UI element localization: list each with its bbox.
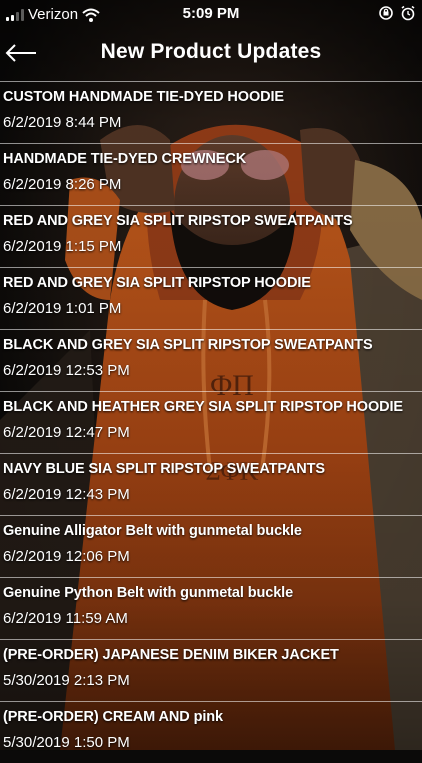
status-bar: Verizon 5:09 PM (0, 0, 422, 30)
item-date: 6/2/2019 11:59 AM (3, 610, 128, 627)
item-date: 5/30/2019 2:13 PM (3, 672, 130, 689)
item-name: NAVY BLUE SIA SPLIT RIPSTOP SWEATPANTS (3, 461, 325, 477)
item-name: RED AND GREY SIA SPLIT RIPSTOP HOODIE (3, 275, 311, 291)
item-date: 6/2/2019 12:06 PM (3, 548, 130, 565)
orientation-lock-icon (379, 6, 393, 20)
item-name: RED AND GREY SIA SPLIT RIPSTOP SWEATPANT… (3, 213, 353, 229)
item-date: 6/2/2019 1:15 PM (3, 238, 122, 255)
item-name: Genuine Alligator Belt with gunmetal buc… (3, 523, 302, 539)
list-item[interactable]: (PRE-ORDER) CREAM AND pink 5/30/2019 1:5… (0, 701, 422, 763)
item-date: 6/2/2019 8:44 PM (3, 114, 122, 131)
item-date: 6/2/2019 12:43 PM (3, 486, 130, 503)
item-date: 5/30/2019 1:50 PM (3, 734, 130, 751)
item-date: 6/2/2019 8:26 PM (3, 176, 122, 193)
alarm-icon (401, 5, 415, 21)
status-right (378, 5, 416, 21)
item-name: HANDMADE TIE-DYED CREWNECK (3, 151, 247, 167)
list-item[interactable]: NAVY BLUE SIA SPLIT RIPSTOP SWEATPANTS 6… (0, 453, 422, 515)
page-title: New Product Updates (100, 40, 322, 63)
list-item[interactable]: (PRE-ORDER) JAPANESE DENIM BIKER JACKET … (0, 639, 422, 701)
nav-bar: New Product Updates (0, 30, 422, 80)
item-name: (PRE-ORDER) JAPANESE DENIM BIKER JACKET (3, 647, 339, 663)
item-name: CUSTOM HANDMADE TIE-DYED HOODIE (3, 89, 285, 105)
item-name: (PRE-ORDER) CREAM AND pink (3, 709, 223, 725)
list-item[interactable]: BLACK AND HEATHER GREY SIA SPLIT RIPSTOP… (0, 391, 422, 453)
list-item[interactable]: RED AND GREY SIA SPLIT RIPSTOP HOODIE 6/… (0, 267, 422, 329)
list-item[interactable]: CUSTOM HANDMADE TIE-DYED HOODIE 6/2/2019… (0, 81, 422, 143)
item-name: Genuine Python Belt with gunmetal buckle (3, 585, 294, 601)
list-item[interactable]: Genuine Python Belt with gunmetal buckle… (0, 577, 422, 639)
product-list: CUSTOM HANDMADE TIE-DYED HOODIE 6/2/2019… (0, 81, 422, 763)
status-time: 5:09 PM (182, 5, 240, 22)
list-item[interactable]: HANDMADE TIE-DYED CREWNECK 6/2/2019 8:26… (0, 143, 422, 205)
item-name: BLACK AND GREY SIA SPLIT RIPSTOP SWEATPA… (3, 337, 373, 353)
item-date: 6/2/2019 1:01 PM (3, 300, 122, 317)
item-name: BLACK AND HEATHER GREY SIA SPLIT RIPSTOP… (3, 399, 404, 415)
item-date: 6/2/2019 12:53 PM (3, 362, 130, 379)
item-date: 6/2/2019 12:47 PM (3, 424, 130, 441)
list-item[interactable]: RED AND GREY SIA SPLIT RIPSTOP SWEATPANT… (0, 205, 422, 267)
list-item[interactable]: Genuine Alligator Belt with gunmetal buc… (0, 515, 422, 577)
list-item[interactable]: BLACK AND GREY SIA SPLIT RIPSTOP SWEATPA… (0, 329, 422, 391)
